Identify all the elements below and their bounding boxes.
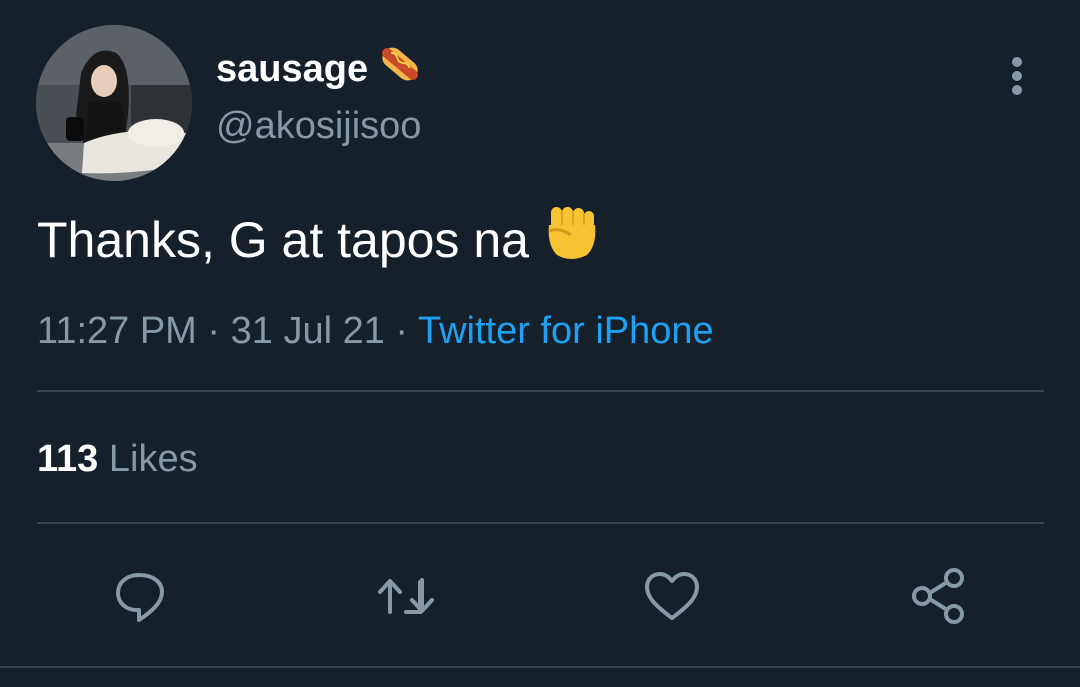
divider: [0, 666, 1080, 668]
tweet-text-content: Thanks, G at tapos na: [37, 212, 529, 268]
tweet-date: 31 Jul 21: [230, 310, 385, 352]
like-button[interactable]: [642, 566, 702, 626]
tweet-time: 11:27 PM: [37, 310, 197, 352]
more-vertical-icon: [1012, 57, 1022, 95]
display-name[interactable]: sausage: [216, 40, 424, 98]
display-name-text: sausage: [216, 47, 369, 90]
meta-separator: ·: [196, 310, 231, 352]
like-icon: [645, 572, 699, 620]
tweet-source-link[interactable]: Twitter for iPhone: [418, 310, 714, 352]
reply-icon: [116, 573, 164, 622]
hotdog-icon: [376, 40, 424, 98]
avatar-photo: [36, 25, 192, 181]
share-button[interactable]: [908, 566, 968, 626]
share-icon: [912, 568, 964, 624]
divider: [37, 522, 1044, 524]
likes-stat[interactable]: 113 Likes: [37, 438, 198, 481]
divider: [37, 390, 1044, 392]
likes-count: 113: [37, 438, 99, 480]
likes-label: Likes: [108, 438, 198, 480]
more-options-button[interactable]: [1000, 54, 1034, 98]
raised-fist-icon: [543, 205, 599, 275]
retweet-icon: [378, 578, 434, 614]
reply-button[interactable]: [110, 566, 170, 626]
user-handle[interactable]: @akosijisoo: [216, 105, 421, 148]
meta-separator: ·: [384, 310, 418, 352]
tweet-text: Thanks, G at tapos na: [37, 205, 599, 275]
avatar[interactable]: [36, 25, 192, 181]
retweet-button[interactable]: [376, 566, 436, 626]
tweet-meta: 11:27 PM · 31 Jul 21 · Twitter for iPhon…: [37, 310, 714, 353]
